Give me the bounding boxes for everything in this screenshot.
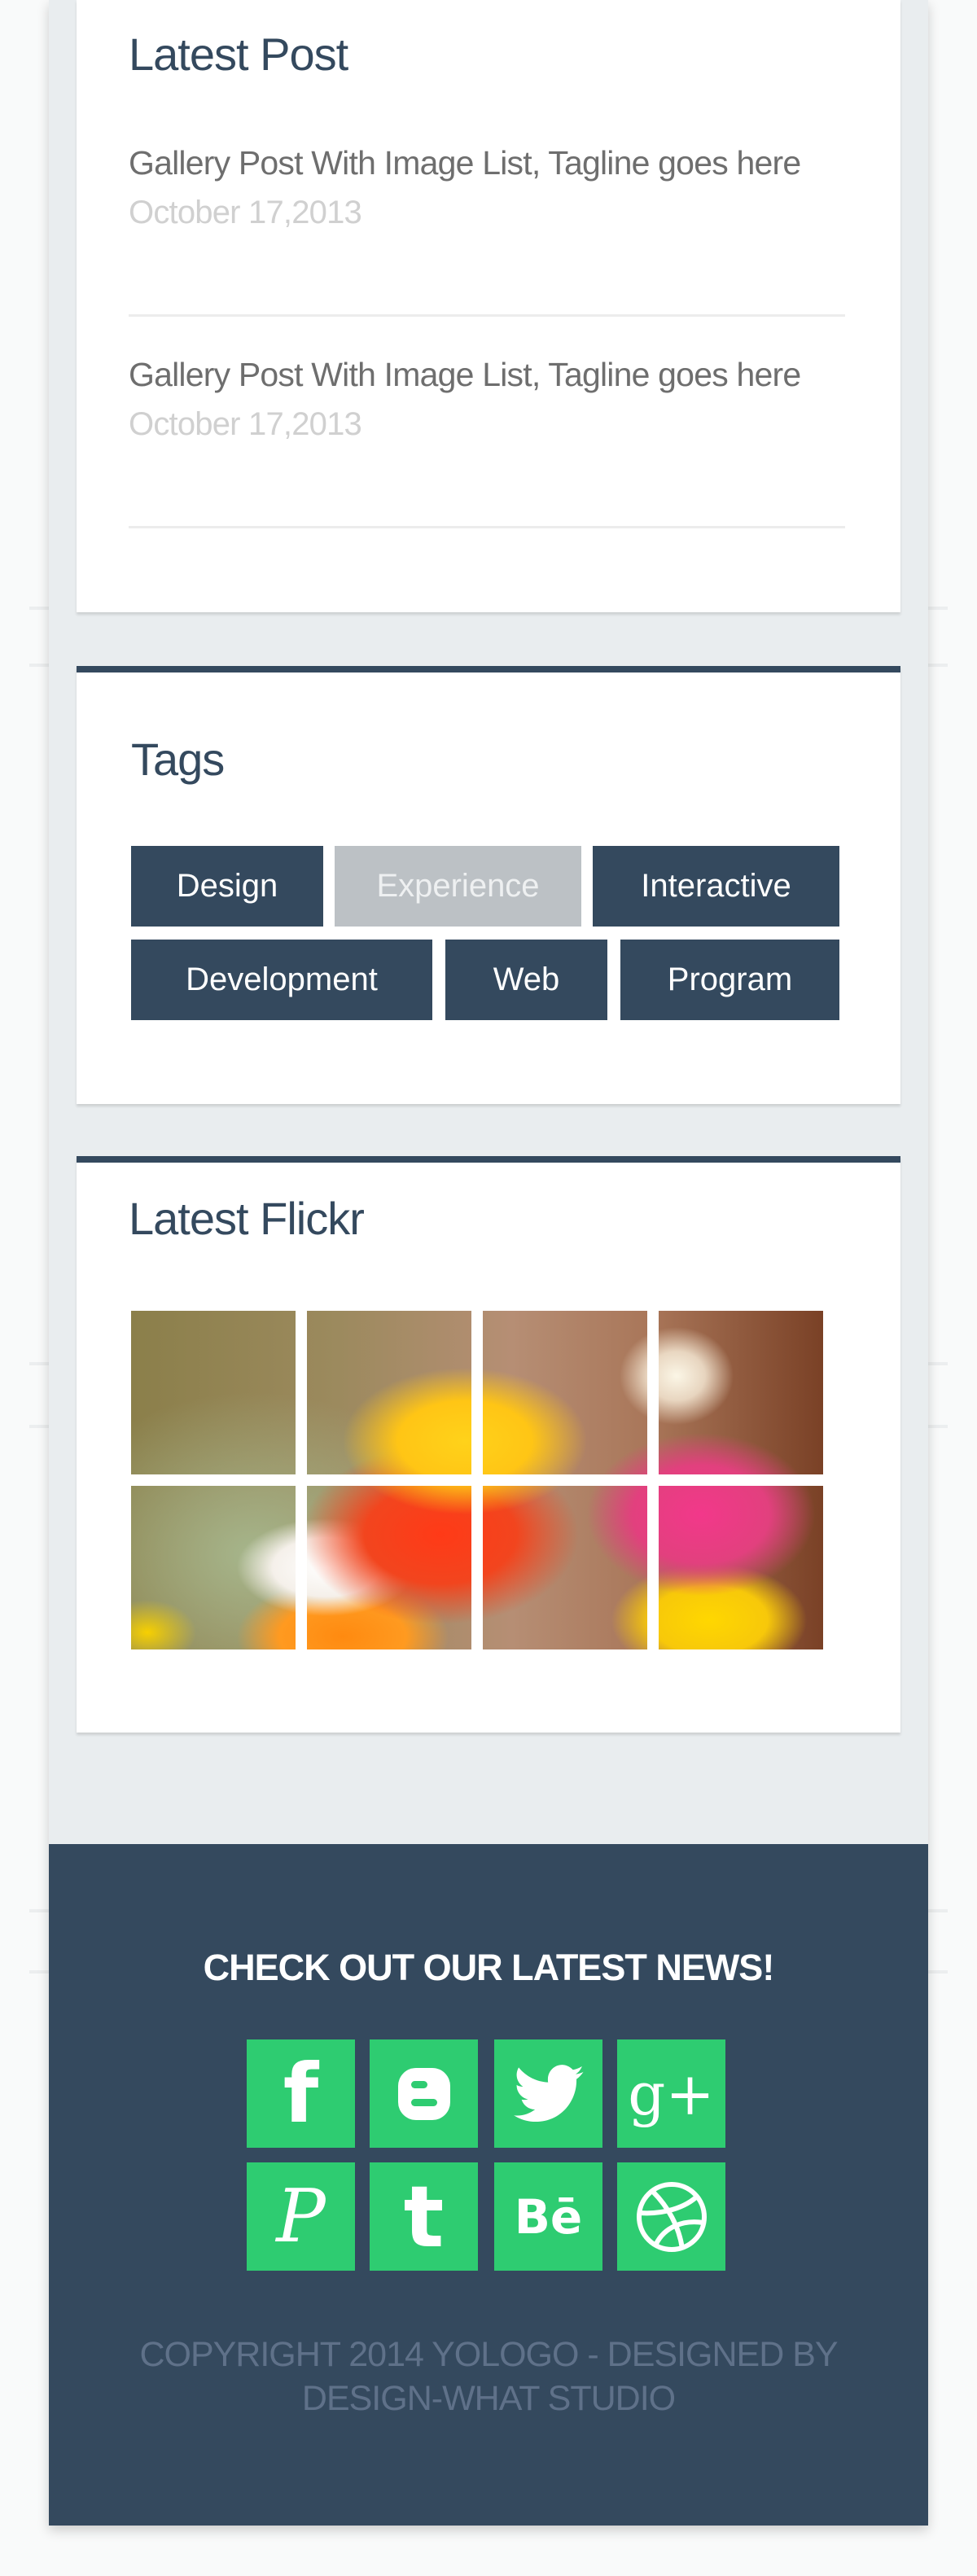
divider xyxy=(129,314,845,317)
post-title-link[interactable]: Gallery Post With Image List, Tagline go… xyxy=(129,138,853,187)
behance-glyph: Bē xyxy=(514,2188,583,2245)
google-plus-icon[interactable]: g+ xyxy=(617,2039,725,2148)
latest-post-widget: Latest Post Gallery Post With Image List… xyxy=(77,0,900,612)
tag-program[interactable]: Program xyxy=(620,940,839,1020)
facebook-icon[interactable]: f xyxy=(247,2039,355,2148)
twitter-glyph xyxy=(513,2064,584,2122)
post-item[interactable]: Gallery Post With Image List, Tagline go… xyxy=(129,138,853,238)
tumblr-glyph: t xyxy=(403,2166,445,2267)
tag-interactive[interactable]: Interactive xyxy=(593,846,839,927)
post-item[interactable]: Gallery Post With Image List, Tagline go… xyxy=(129,350,853,449)
tumblr-icon[interactable]: t xyxy=(370,2162,478,2271)
footer-title: CHECK OUT OUR LATEST NEWS! xyxy=(203,1947,775,1988)
copyright-line: DESIGN-WHAT STUDIO xyxy=(301,2379,676,2418)
tags-widget: Tags Design Experience Interactive Devel… xyxy=(77,666,900,1104)
pinterest-icon[interactable]: P xyxy=(247,2162,355,2271)
copyright-line: COPYRIGHT 2014 YOLOGO - DESIGNED BY xyxy=(139,2335,838,2374)
widget-title: Tags xyxy=(131,734,225,785)
widget-title: Latest Flickr xyxy=(129,1193,365,1244)
twitter-icon[interactable] xyxy=(494,2039,602,2148)
post-title-link[interactable]: Gallery Post With Image List, Tagline go… xyxy=(129,350,853,399)
dribbble-glyph xyxy=(636,2181,707,2252)
widget-title: Latest Post xyxy=(129,28,348,80)
blogger-glyph xyxy=(397,2067,450,2120)
tag-web[interactable]: Web xyxy=(445,940,607,1020)
footer: CHECK OUT OUR LATEST NEWS! f g+ P t Bē C… xyxy=(49,1844,928,2526)
google-plus-glyph: g+ xyxy=(628,2059,715,2128)
tag-experience[interactable]: Experience xyxy=(335,846,581,927)
flickr-widget: Latest Flickr xyxy=(77,1156,900,1733)
facebook-glyph: f xyxy=(283,2046,319,2141)
post-date: October 17,2013 xyxy=(129,406,362,442)
behance-icon[interactable]: Bē xyxy=(494,2162,602,2271)
tag-development[interactable]: Development xyxy=(131,940,432,1020)
pinterest-glyph: P xyxy=(276,2174,326,2259)
copyright: COPYRIGHT 2014 YOLOGO - DESIGNED BY DESI… xyxy=(49,2333,928,2420)
tag-design[interactable]: Design xyxy=(131,846,323,927)
divider xyxy=(129,526,845,528)
dribbble-icon[interactable] xyxy=(617,2162,725,2271)
grid-gap xyxy=(131,1474,823,1486)
flickr-photo-grid[interactable] xyxy=(131,1311,823,1649)
blogger-icon[interactable] xyxy=(370,2039,478,2148)
post-date: October 17,2013 xyxy=(129,195,362,230)
